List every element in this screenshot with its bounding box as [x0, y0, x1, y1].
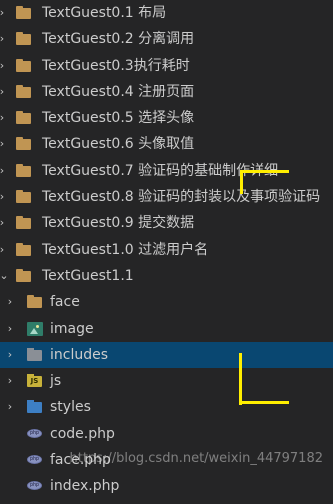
tree-item-label: TextGuest0.1 布局: [42, 5, 167, 21]
tree-item-label: styles: [50, 399, 91, 416]
tree-item-label: TextGuest0.9 提交数据: [42, 215, 195, 232]
tree-item-label: includes: [50, 346, 109, 363]
chevron-down-icon[interactable]: ⌄: [0, 263, 10, 289]
folder-icon: [16, 137, 32, 151]
tree-item-label: TextGuest0.6 头像取值: [42, 136, 195, 153]
tree-item-label: TextGuest1.0 过滤用户名: [42, 241, 209, 258]
php-file-icon: [27, 455, 42, 465]
chevron-right-icon[interactable]: ›: [0, 131, 8, 157]
tree-item-label: TextGuest0.3执行耗时: [42, 57, 190, 74]
tree-item-face-folder[interactable]: › face: [0, 289, 333, 315]
tree-item-js-folder[interactable]: › js: [0, 368, 333, 394]
folder-icon: [16, 6, 32, 20]
tree-item-code-php[interactable]: code.php: [0, 421, 333, 447]
chevron-right-icon[interactable]: ›: [4, 342, 16, 368]
tree-item-textguest1-0[interactable]: › TextGuest1.0 过滤用户名: [0, 237, 333, 263]
annotation-stroke: [239, 353, 242, 405]
folder-icon: [16, 242, 32, 257]
tree-item-includes-folder[interactable]: › includes: [0, 341, 333, 369]
annotation-stroke: [240, 170, 289, 173]
chevron-right-icon[interactable]: ›: [0, 158, 8, 184]
chevron-right-icon[interactable]: ›: [0, 237, 8, 263]
tree-item-label: TextGuest0.2 分离调用: [42, 31, 195, 48]
chevron-right-icon[interactable]: ›: [0, 53, 8, 79]
folder-icon: [16, 216, 32, 230]
chevron-right-icon[interactable]: ›: [0, 79, 8, 105]
php-file-icon: [27, 481, 42, 491]
folder-icon: [16, 268, 32, 283]
tree-item-label: TextGuest0.4 注册页面: [42, 83, 195, 100]
chevron-right-icon[interactable]: ›: [0, 105, 8, 131]
tree-item-textguest1-1[interactable]: ⌄ TextGuest1.1: [0, 263, 333, 289]
chevron-right-icon[interactable]: ›: [4, 394, 16, 420]
tree-item-label: code.php: [50, 425, 115, 442]
js-folder-icon: [27, 374, 43, 388]
chevron-right-icon[interactable]: ›: [0, 184, 8, 210]
chevron-right-icon[interactable]: ›: [0, 26, 8, 52]
tree-item-label: TextGuest0.5 选择头像: [42, 110, 195, 127]
tree-item-textguest0-1[interactable]: › TextGuest0.1 布局: [0, 0, 333, 26]
annotation-stroke: [240, 170, 243, 194]
chevron-right-icon[interactable]: ›: [4, 316, 16, 342]
tree-item-label: image: [50, 320, 94, 337]
tree-item-label: js: [50, 373, 62, 390]
includes-folder-icon: [27, 347, 43, 362]
tree-item-styles-folder[interactable]: › styles: [0, 394, 333, 420]
tree-item-textguest0-6[interactable]: › TextGuest0.6 头像取值: [0, 131, 333, 157]
folder-icon: [16, 84, 32, 99]
annotation-stroke: [239, 401, 289, 404]
chevron-right-icon[interactable]: ›: [4, 289, 16, 315]
tree-item-label: TextGuest0.8 验证码的封装以及事项验证码: [42, 189, 321, 206]
tree-item-textguest0-5[interactable]: › TextGuest0.5 选择头像: [0, 105, 333, 131]
tree-item-textguest0-8[interactable]: › TextGuest0.8 验证码的封装以及事项验证码: [0, 184, 333, 210]
chevron-right-icon[interactable]: ›: [0, 210, 8, 236]
folder-icon: [27, 295, 43, 309]
folder-icon: [16, 58, 32, 73]
folder-icon: [16, 32, 32, 46]
tree-item-image-folder[interactable]: › image: [0, 316, 333, 342]
tree-item-textguest0-3[interactable]: › TextGuest0.3执行耗时: [0, 53, 333, 79]
tree-item-label: index.php: [50, 478, 120, 495]
folder-icon: [16, 111, 32, 125]
php-file-icon: [27, 428, 42, 438]
tree-item-textguest0-2[interactable]: › TextGuest0.2 分离调用: [0, 26, 333, 52]
tree-item-face-php[interactable]: face.php: [0, 447, 333, 473]
styles-folder-icon: [27, 400, 43, 414]
tree-item-textguest0-9[interactable]: › TextGuest0.9 提交数据: [0, 210, 333, 236]
file-explorer-tree: › TextGuest0.1 布局 › TextGuest0.2 分离调用 › …: [0, 0, 333, 500]
tree-item-label: TextGuest1.1: [42, 267, 134, 284]
image-folder-icon: [27, 321, 43, 336]
chevron-right-icon[interactable]: ›: [4, 368, 16, 394]
tree-item-label: face: [50, 294, 80, 311]
tree-item-textguest0-4[interactable]: › TextGuest0.4 注册页面: [0, 79, 333, 105]
chevron-right-icon[interactable]: ›: [0, 0, 8, 26]
tree-item-index-php[interactable]: index.php: [0, 473, 333, 499]
tree-item-label: face.php: [50, 452, 111, 469]
folder-icon: [16, 190, 32, 204]
folder-icon: [16, 163, 32, 178]
